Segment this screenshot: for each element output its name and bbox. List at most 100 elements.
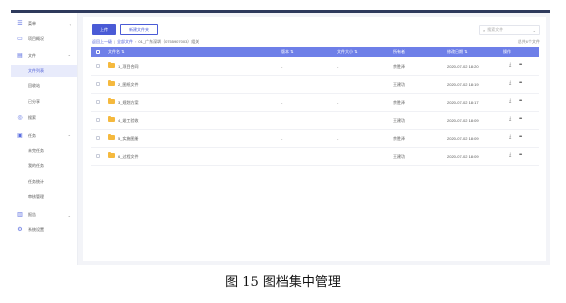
download-icon[interactable]: ⤓	[509, 62, 511, 68]
more-icon[interactable]: •••	[519, 134, 522, 140]
sidebar-item[interactable]: 未完任务	[11, 145, 77, 157]
file-owner: 王建功	[393, 118, 405, 123]
file-name[interactable]: 1_项目合同	[118, 64, 138, 70]
table-row[interactable]: 2_图纸文件 王建功 2020-07-02 18:19 ⤓ •••	[91, 75, 539, 94]
file-size: -	[337, 64, 339, 69]
file-version: -	[281, 136, 283, 141]
chevron-icon[interactable]: ⌄	[68, 213, 71, 218]
sidebar-item-label: 我的任务	[28, 163, 44, 168]
file-owner: 王建功	[393, 82, 405, 87]
search-circle-icon: ◎	[17, 115, 23, 121]
download-icon[interactable]: ⤓	[509, 80, 511, 86]
monitor-icon: ▭	[17, 36, 23, 42]
chart-icon: ▥	[17, 212, 23, 218]
task-icon: ▣	[17, 133, 23, 139]
sidebar-item-label: 项目概况	[28, 36, 44, 41]
gear-icon: ⚙	[17, 227, 23, 233]
sidebar-item[interactable]: 文件列表	[11, 65, 77, 77]
table-row[interactable]: 3_规划方案 - - 余胜泽 2020-07-02 18:17 ⤓ •••	[91, 93, 539, 112]
file-icon: ▤	[17, 53, 23, 59]
breadcrumb-back-link[interactable]: 返回上一级	[92, 39, 112, 44]
folder-icon	[108, 80, 115, 86]
breadcrumb-separator: ›	[135, 39, 137, 44]
breadcrumb: 返回上一级 | 全部文件 › 01_广东深圳（0755907003）组关	[92, 39, 199, 45]
sidebar-item[interactable]: ▤ 文件 ⌃	[11, 50, 77, 62]
chevron-icon[interactable]: ⌃	[68, 134, 71, 139]
row-checkbox[interactable]	[96, 136, 100, 140]
sidebar-item[interactable]: ▭ 项目概况	[11, 33, 77, 45]
sidebar-item-label: 任务统计	[28, 179, 44, 184]
breadcrumb-current: 01_广东深圳（0755907003）组关	[138, 39, 200, 44]
breadcrumb-separator: |	[114, 39, 116, 44]
more-icon[interactable]: •••	[519, 62, 522, 68]
sidebar-item[interactable]: ◎ 搜索	[11, 112, 77, 124]
file-count: 总共6个文件	[517, 39, 540, 44]
sidebar-item[interactable]: 审核管理	[11, 191, 77, 203]
figure-caption: 图 15 图档集中管理	[225, 275, 341, 290]
row-checkbox[interactable]	[96, 118, 100, 122]
row-checkbox[interactable]	[96, 64, 100, 68]
search-icon: ⌕	[483, 27, 486, 33]
sidebar-item[interactable]: ▥ 报告 ⌄	[11, 209, 77, 221]
file-name[interactable]: 4_竣工验收	[118, 118, 138, 124]
select-all-checkbox[interactable]	[96, 50, 100, 54]
file-name[interactable]: 2_图纸文件	[118, 82, 138, 88]
file-name[interactable]: 3_规划方案	[118, 100, 138, 106]
more-icon[interactable]: •••	[519, 98, 522, 104]
sidebar-item-label: 系统设置	[28, 227, 44, 232]
folder-icon	[108, 134, 115, 140]
search-input[interactable]: ⌕ 搜索文件 ⌄	[479, 25, 540, 35]
more-icon[interactable]: •••	[519, 152, 522, 158]
download-icon[interactable]: ⤓	[509, 134, 511, 140]
sidebar-item-label: 菜单	[28, 21, 36, 26]
column-header-actions: 操作	[503, 49, 511, 54]
sidebar-item-label: 文件	[28, 53, 36, 58]
download-icon[interactable]: ⤓	[509, 98, 511, 104]
search-placeholder: 搜索文件	[487, 27, 504, 32]
sidebar-item-label: 搜索	[28, 115, 36, 120]
table-row[interactable]: 4_竣工验收 王建功 2020-07-02 18:09 ⤓ •••	[91, 111, 539, 130]
sidebar-item[interactable]: 已分享	[11, 96, 77, 108]
folder-icon	[108, 62, 115, 68]
column-header-name[interactable]: 文件名 ⇅	[108, 49, 124, 55]
more-icon[interactable]: •••	[519, 116, 522, 122]
row-checkbox[interactable]	[96, 82, 100, 86]
sidebar-item[interactable]: 任务统计	[11, 176, 77, 188]
file-modified-date: 2020-07-02 18:09	[447, 154, 479, 159]
column-header-size[interactable]: 文件大小 ⇅	[337, 49, 357, 55]
chevron-down-icon[interactable]: ⌄	[533, 28, 536, 33]
sidebar-item[interactable]: ⚙ 系统设置	[11, 224, 77, 236]
sidebar-item-label: 文件列表	[28, 68, 44, 73]
upload-button[interactable]: 上传	[92, 24, 116, 35]
sidebar-item-label: 审核管理	[28, 194, 44, 199]
file-modified-date: 2020-07-02 18:19	[447, 82, 479, 87]
table-row[interactable]: 5_实施图册 - - 余胜泽 2020-07-02 18:09 ⤓ •••	[91, 129, 539, 148]
breadcrumb-root-link[interactable]: 全部文件	[117, 39, 133, 44]
download-icon[interactable]: ⤓	[509, 116, 511, 122]
row-checkbox[interactable]	[96, 100, 100, 104]
chevron-icon[interactable]: ‹	[70, 22, 71, 27]
column-header-version[interactable]: 版本 ⇅	[281, 49, 293, 55]
file-owner: 余胜泽	[393, 64, 405, 69]
column-header-owner: 所有者	[393, 49, 405, 54]
sidebar-item[interactable]: ☰ 菜单 ‹	[11, 18, 77, 30]
chevron-icon[interactable]: ⌃	[68, 54, 71, 59]
more-icon[interactable]: •••	[519, 80, 522, 86]
folder-icon	[108, 98, 115, 104]
table-row[interactable]: 6_过程文件 王建功 2020-07-02 18:09 ⤓ •••	[91, 147, 539, 166]
table-row[interactable]: 1_项目合同 - - 余胜泽 2020-07-02 18:20 ⤓ •••	[91, 57, 539, 76]
column-header-modified[interactable]: 修改日期 ⇅	[447, 49, 467, 55]
file-size: -	[337, 136, 339, 141]
row-checkbox[interactable]	[96, 154, 100, 158]
sidebar: ☰ 菜单 ‹ ▭ 项目概况 ▤ 文件 ⌃ 文件列表 回收站 已分享 ◎ 搜索 ▣ 任务 ⌃ 未完任务 我的任务 任务…	[11, 13, 78, 265]
sidebar-item[interactable]: 回收站	[11, 80, 77, 92]
new-folder-button[interactable]: 新建文件夹	[120, 24, 158, 35]
download-icon[interactable]: ⤓	[509, 152, 511, 158]
sidebar-item[interactable]: ▣ 任务 ⌃	[11, 130, 77, 142]
sidebar-item[interactable]: 我的任务	[11, 160, 77, 172]
file-version: -	[281, 100, 283, 105]
file-name[interactable]: 6_过程文件	[118, 154, 138, 160]
file-owner: 王建功	[393, 154, 405, 159]
file-name[interactable]: 5_实施图册	[118, 136, 138, 142]
sidebar-item-label: 已分享	[28, 99, 40, 104]
